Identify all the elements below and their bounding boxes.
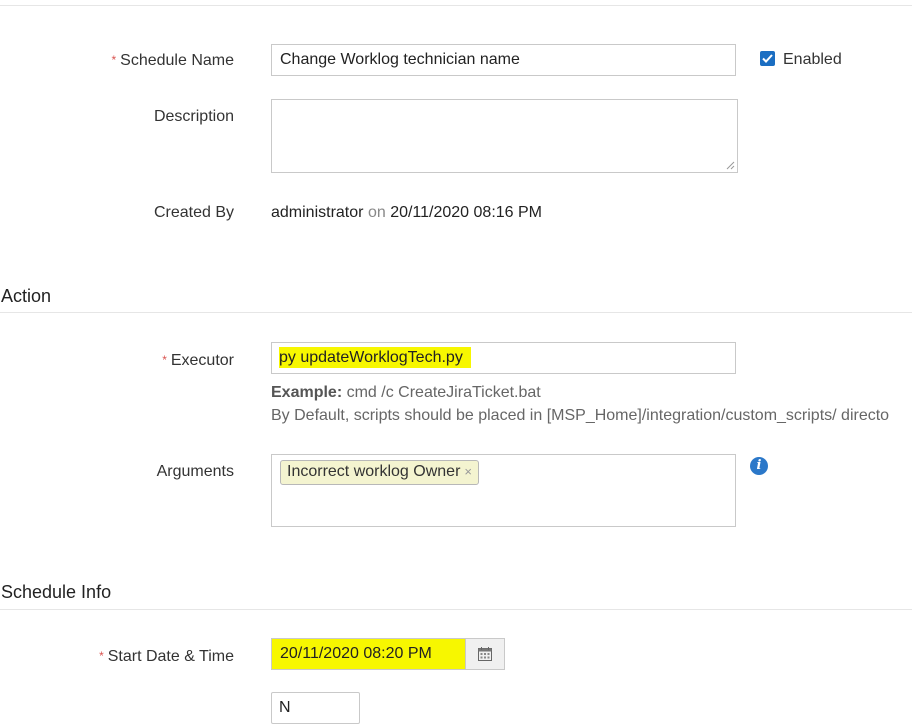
repeat-select[interactable]: N (271, 692, 360, 724)
enabled-checkbox[interactable] (760, 51, 775, 66)
schedule-name-input[interactable]: Change Worklog technician name (271, 44, 736, 76)
executor-example: Example: cmd /c CreateJiraTicket.bat (271, 384, 541, 401)
schedule-info-section-title: Schedule Info (1, 582, 112, 602)
arguments-tag-input[interactable]: Incorrect worklog Owner × (271, 454, 736, 527)
start-date-input[interactable]: 20/11/2020 08:20 PM (271, 638, 466, 670)
enabled-label: Enabled (783, 51, 842, 68)
created-by-label: Created By (153, 204, 234, 221)
schedule-name-label: * Schedule Name (111, 52, 234, 69)
resize-handle-icon[interactable] (726, 161, 735, 170)
arguments-label: Arguments (156, 463, 234, 480)
created-by-on: on (367, 204, 386, 221)
calendar-icon (478, 647, 492, 661)
info-icon[interactable]: i (750, 457, 768, 475)
executor-label: * Executor (162, 352, 234, 369)
check-icon (762, 54, 773, 63)
action-section-title: Action (1, 286, 52, 306)
action-section-divider (0, 312, 912, 313)
created-by-value: administrator on 20/11/2020 08:16 PM (271, 203, 542, 223)
top-divider (0, 5, 912, 6)
schedule-info-section-divider (0, 609, 912, 610)
calendar-button[interactable] (465, 638, 505, 670)
description-textarea[interactable] (271, 99, 738, 173)
executor-default-note: By Default, scripts should be placed in … (271, 407, 890, 424)
executor-input[interactable]: py updateWorklogTech.py (271, 342, 736, 374)
description-label: Description (153, 108, 234, 125)
start-date-label: * Start Date & Time (99, 648, 234, 665)
remove-tag-icon[interactable]: × (464, 464, 472, 479)
created-by-user: administrator (271, 204, 364, 221)
created-by-timestamp: 20/11/2020 08:16 PM (390, 204, 543, 221)
argument-tag: Incorrect worklog Owner × (280, 460, 479, 485)
